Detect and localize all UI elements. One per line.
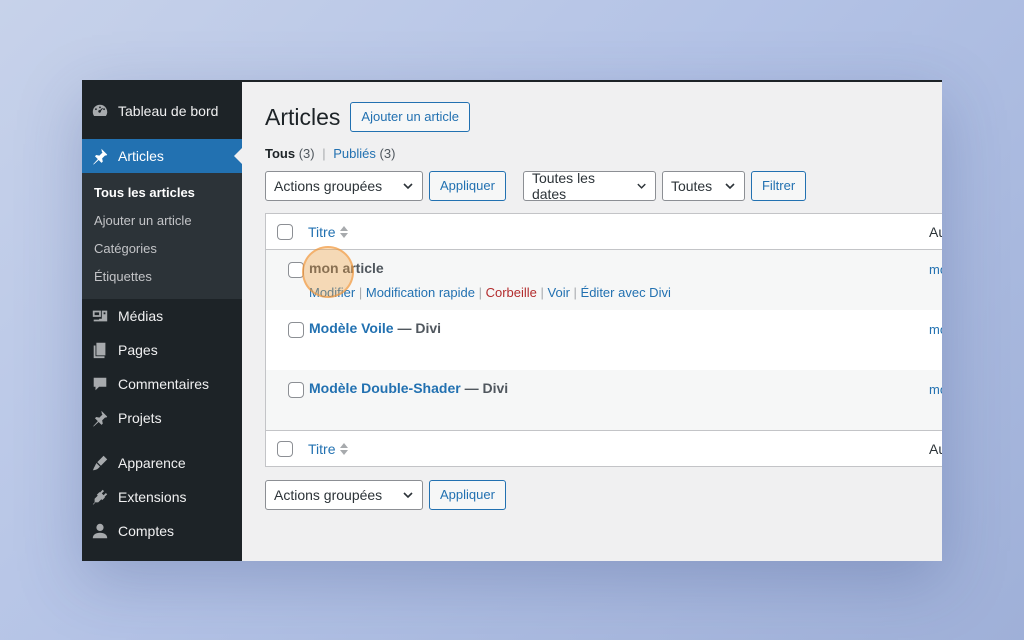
brush-icon: [90, 453, 110, 473]
bulk-actions-value: Actions groupées: [274, 487, 383, 503]
column-author-label[interactable]: Au: [929, 224, 942, 240]
media-icon: [90, 306, 110, 326]
sort-icon: [340, 225, 349, 238]
column-title-sort-footer[interactable]: Titre: [308, 440, 349, 457]
submenu-all-articles[interactable]: Tous les articles: [82, 179, 242, 207]
admin-sidebar: Tableau de bord Articles Tous les articl…: [82, 82, 242, 561]
row-title-text: mon article: [309, 260, 384, 276]
filter-published-link[interactable]: Publiés: [333, 146, 376, 161]
filter-published-count: (3): [379, 146, 396, 161]
tablenav-top: Actions groupées Appliquer Toutes les da…: [265, 170, 942, 202]
row-title-link[interactable]: mon article: [309, 260, 384, 276]
status-filter-links: Tous (3) | Publiés (3): [265, 146, 942, 161]
chevron-down-icon: [403, 492, 413, 499]
page-header: Articles Ajouter un article: [265, 102, 942, 132]
sidebar-item-pages[interactable]: Pages: [82, 333, 242, 367]
select-all-checkbox-footer[interactable]: [277, 440, 293, 457]
submenu-tags[interactable]: Étiquettes: [82, 263, 242, 291]
column-author-label[interactable]: Au: [929, 441, 942, 457]
apply-button-bottom[interactable]: Appliquer: [429, 480, 506, 510]
sidebar-item-label: Projets: [118, 410, 162, 426]
row-title-text: Modèle Double-Shader: [309, 380, 461, 396]
column-title-sort[interactable]: Titre: [308, 223, 349, 240]
row-author-link[interactable]: mo: [929, 382, 942, 397]
action-quick-edit[interactable]: Modification rapide: [366, 285, 475, 300]
dates-select[interactable]: Toutes les dates: [522, 170, 656, 202]
sidebar-item-label: Pages: [118, 342, 158, 358]
action-trash[interactable]: Corbeille: [486, 285, 537, 300]
tablenav-bottom: Actions groupées Appliquer: [265, 480, 506, 510]
row-checkbox[interactable]: [288, 382, 304, 398]
comments-icon: [90, 374, 110, 394]
row-checkbox[interactable]: [288, 262, 304, 278]
apply-button[interactable]: Appliquer: [429, 171, 506, 201]
bulk-actions-select[interactable]: Actions groupées: [265, 171, 423, 201]
page-title: Articles: [265, 103, 341, 130]
add-article-button[interactable]: Ajouter un article: [350, 102, 470, 132]
articles-submenu: Tous les articles Ajouter un article Cat…: [82, 173, 242, 299]
row-title-text: Modèle Voile: [309, 320, 394, 336]
posts-table: Titre Au mon article Modifier | Modifica…: [265, 213, 942, 467]
filter-button[interactable]: Filtrer: [750, 171, 807, 201]
row-author-link[interactable]: mo: [929, 262, 942, 277]
table-row: Modèle Voile — Divi mo: [266, 310, 942, 370]
sidebar-item-accounts[interactable]: Comptes: [82, 514, 242, 548]
row-actions: Modifier | Modification rapide | Corbeil…: [309, 285, 671, 300]
sidebar-item-label: Médias: [118, 308, 164, 324]
select-all-checkbox[interactable]: [277, 223, 293, 240]
row-title-link[interactable]: Modèle Voile — Divi: [309, 320, 441, 336]
bulk-actions-select-bottom[interactable]: Actions groupées: [265, 480, 423, 510]
chevron-down-icon: [637, 183, 646, 189]
row-author-link[interactable]: mo: [929, 322, 942, 337]
dates-value: Toutes les dates: [531, 170, 595, 202]
pages-icon: [90, 340, 110, 360]
table-row: mon article Modifier | Modification rapi…: [266, 250, 942, 310]
sidebar-item-articles[interactable]: Articles: [82, 139, 242, 173]
sidebar-item-label: Tableau de bord: [118, 103, 219, 119]
column-title-label: Titre: [308, 223, 336, 240]
chevron-down-icon: [403, 183, 413, 190]
sidebar-item-label: Apparence: [118, 455, 186, 471]
filter-all-count: (3): [298, 146, 315, 161]
row-checkbox[interactable]: [288, 322, 304, 338]
row-post-state: — Divi: [464, 380, 509, 396]
sidebar-item-label: Commentaires: [118, 376, 210, 392]
sidebar-item-label: Articles: [118, 148, 164, 164]
plugin-icon: [90, 487, 110, 507]
table-footer: Titre Au: [266, 430, 942, 466]
bulk-actions-value: Actions groupées: [274, 178, 383, 194]
pin-icon: [90, 408, 110, 428]
user-icon: [90, 521, 110, 541]
row-post-state: — Divi: [397, 320, 442, 336]
filter-separator: |: [322, 146, 326, 161]
row-title-link[interactable]: Modèle Double-Shader — Divi: [309, 380, 508, 396]
sidebar-item-appearance[interactable]: Apparence: [82, 446, 242, 480]
sort-icon: [340, 442, 349, 455]
sidebar-item-label: Comptes: [118, 523, 175, 539]
action-view[interactable]: Voir: [548, 285, 570, 300]
category-select[interactable]: Toutes: [661, 171, 745, 201]
column-title-label: Titre: [308, 440, 336, 457]
sidebar-item-comments[interactable]: Commentaires: [82, 367, 242, 401]
table-header: Titre Au: [266, 214, 942, 250]
sidebar-item-extensions[interactable]: Extensions: [82, 480, 242, 514]
sidebar-item-projects[interactable]: Projets: [82, 401, 242, 435]
submenu-categories[interactable]: Catégories: [82, 235, 242, 263]
sidebar-item-media[interactable]: Médias: [82, 299, 242, 333]
sidebar-item-dashboard[interactable]: Tableau de bord: [82, 94, 242, 128]
main-content: Articles Ajouter un article Tous (3) | P…: [242, 82, 942, 561]
category-value: Toutes: [670, 178, 713, 194]
dashboard-icon: [90, 101, 110, 121]
action-edit[interactable]: Modifier: [309, 285, 355, 300]
chevron-down-icon: [725, 183, 735, 190]
filter-all-link[interactable]: Tous: [265, 146, 295, 161]
sidebar-item-label: Extensions: [118, 489, 187, 505]
submenu-add-article[interactable]: Ajouter un article: [82, 207, 242, 235]
wp-admin-window: Tableau de bord Articles Tous les articl…: [82, 80, 942, 561]
action-edit-divi[interactable]: Éditer avec Divi: [581, 285, 671, 300]
table-row: Modèle Double-Shader — Divi mo: [266, 370, 942, 430]
pin-icon: [90, 146, 110, 166]
